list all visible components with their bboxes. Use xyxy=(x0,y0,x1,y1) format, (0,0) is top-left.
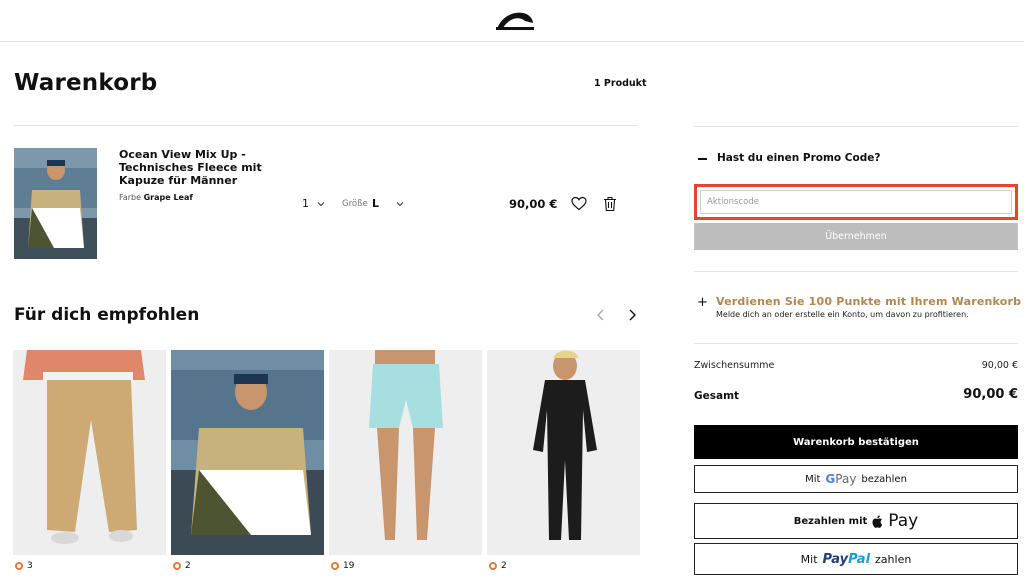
top-bar xyxy=(0,0,1024,42)
recommendations-title: Für dich empfohlen xyxy=(14,305,200,325)
chevron-right-icon[interactable] xyxy=(625,308,639,322)
apply-promo-button[interactable]: Übernehmen xyxy=(694,223,1018,250)
points-title[interactable]: Verdienen Sie 100 Punkte mit Ihrem Waren… xyxy=(716,295,1021,308)
divider xyxy=(694,126,1018,127)
chevron-down-icon[interactable] xyxy=(317,200,325,208)
heart-icon[interactable] xyxy=(571,196,587,211)
color-swatch-icon xyxy=(489,562,497,570)
paypal-button[interactable]: Mit PayPal zahlen xyxy=(694,543,1018,575)
color-count-value: 2 xyxy=(501,561,507,571)
color-count: 3 xyxy=(15,561,33,571)
gpay-suffix: bezahlen xyxy=(861,473,907,485)
google-pay-button[interactable]: Mit GPay bezahlen xyxy=(694,465,1018,493)
divider xyxy=(694,343,1018,344)
size-label: Größe xyxy=(342,199,368,209)
applepay-prefix: Bezahlen mit xyxy=(793,515,868,527)
apple-icon xyxy=(872,515,883,528)
color-value: Grape Leaf xyxy=(143,193,193,202)
apple-pay-button[interactable]: Bezahlen mit Pay xyxy=(694,503,1018,539)
paypal-suffix: zahlen xyxy=(875,552,912,566)
product-count: 1 Produkt xyxy=(594,78,647,89)
apple-pay-word: Pay xyxy=(888,511,919,531)
plus-icon[interactable]: + xyxy=(697,295,708,310)
paypal-prefix: Mit xyxy=(800,552,818,566)
promo-code-label: Hast du einen Promo Code? xyxy=(717,152,881,164)
recommended-product-card[interactable] xyxy=(171,350,324,555)
recommended-product-card[interactable] xyxy=(329,350,482,555)
color-count-value: 2 xyxy=(185,561,191,571)
cart-item-image[interactable] xyxy=(14,148,97,259)
trash-icon[interactable] xyxy=(603,196,617,212)
page-title: Warenkorb xyxy=(14,70,158,96)
subtotal-label: Zwischensumme xyxy=(694,360,775,371)
confirm-cart-label: Warenkorb bestätigen xyxy=(793,436,919,448)
color-count: 19 xyxy=(331,561,354,571)
promo-code-input[interactable] xyxy=(700,190,1012,214)
google-pay-icon: GPay xyxy=(825,472,857,486)
divider xyxy=(694,271,1018,272)
color-count-value: 3 xyxy=(27,561,33,571)
divider xyxy=(14,125,638,126)
color-count: 2 xyxy=(173,561,191,571)
minus-icon xyxy=(698,158,707,160)
chevron-down-icon[interactable] xyxy=(396,200,404,208)
promo-code-toggle[interactable]: Hast du einen Promo Code? xyxy=(694,150,1018,168)
subtotal-value: 90,00 € xyxy=(981,360,1018,371)
color-count: 2 xyxy=(489,561,507,571)
color-label: Farbe xyxy=(119,193,142,202)
cart-item-price: 90,00 € xyxy=(509,197,558,211)
cart-item-name[interactable]: Ocean View Mix Up - Technisches Fleece m… xyxy=(119,148,269,187)
cart-item-color: Farbe Grape Leaf xyxy=(119,193,193,202)
points-subtitle: Melde dich an oder erstelle ein Konto, u… xyxy=(716,310,969,319)
brand-logo-icon[interactable] xyxy=(495,9,535,31)
color-count-value: 19 xyxy=(343,561,355,571)
gpay-prefix: Mit xyxy=(805,473,821,485)
color-swatch-icon xyxy=(15,562,23,570)
size-select[interactable]: L xyxy=(372,197,379,210)
paypal-logo-icon: PayPal xyxy=(822,551,871,567)
color-swatch-icon xyxy=(331,562,339,570)
recommended-product-card[interactable] xyxy=(487,350,640,555)
quantity-select[interactable]: 1 xyxy=(302,197,309,210)
recommended-product-card[interactable] xyxy=(13,350,166,555)
promo-input-highlight xyxy=(694,184,1018,220)
total-label: Gesamt xyxy=(694,390,740,402)
confirm-cart-button[interactable]: Warenkorb bestätigen xyxy=(694,425,1018,459)
total-value: 90,00 € xyxy=(963,387,1018,402)
chevron-left-icon[interactable] xyxy=(594,308,608,322)
color-swatch-icon xyxy=(173,562,181,570)
